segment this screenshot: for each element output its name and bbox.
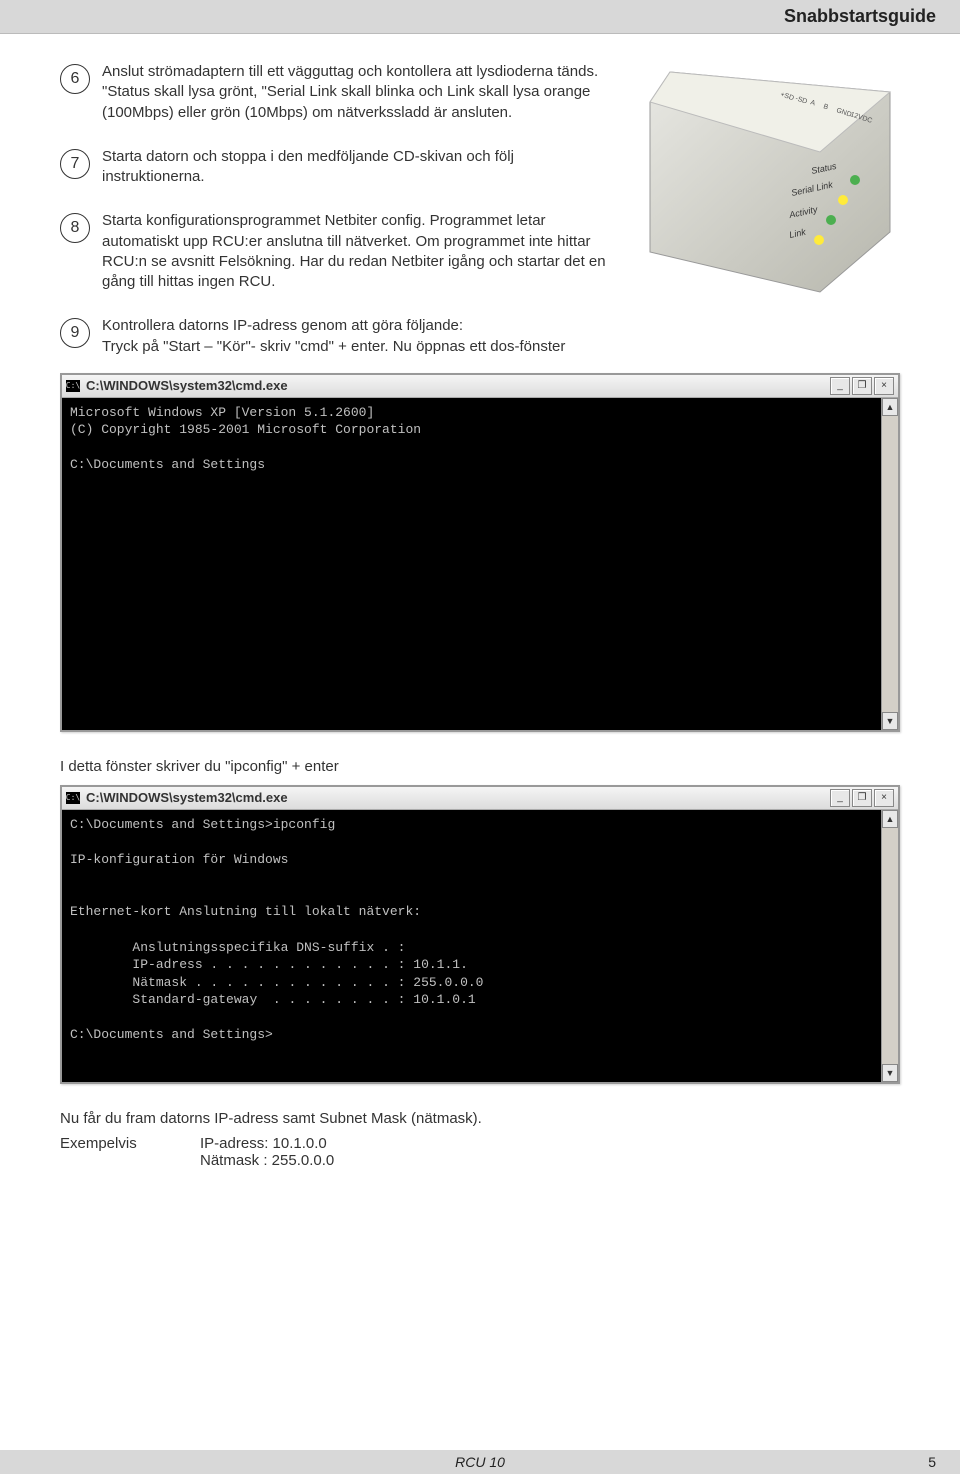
- header-title: Snabbstartsguide: [784, 6, 936, 26]
- step-text: Starta konfigurationsprogrammet Netbiter…: [102, 211, 616, 292]
- scroll-down-icon[interactable]: ▼: [882, 712, 898, 730]
- minimize-button[interactable]: _: [830, 377, 850, 395]
- page-header: Snabbstartsguide: [0, 0, 960, 34]
- step-9: 9 Kontrollera datorns IP-adress genom at…: [60, 316, 616, 357]
- step-text: Kontrollera datorns IP-adress genom att …: [102, 316, 565, 357]
- cmd-window-1: C:\ C:\WINDOWS\system32\cmd.exe _ ❐ × Mi…: [60, 373, 900, 732]
- cmd-output: C:\Documents and Settings>ipconfig IP-ko…: [62, 810, 881, 1082]
- step-8: 8 Starta konfigurationsprogrammet Netbit…: [60, 211, 616, 292]
- step-number: 8: [60, 213, 90, 243]
- step-text: Starta datorn och stoppa i den medföljan…: [102, 147, 616, 188]
- step-6: 6 Anslut strömadaptern till ett väggutta…: [60, 62, 616, 123]
- cmd-icon: C:\: [66, 792, 80, 804]
- close-button[interactable]: ×: [874, 789, 894, 807]
- footer-page-number: 5: [928, 1454, 936, 1470]
- cmd-titlebar: C:\ C:\WINDOWS\system32\cmd.exe _ ❐ ×: [62, 787, 898, 810]
- cmd-icon: C:\: [66, 380, 80, 392]
- step-7: 7 Starta datorn och stoppa i den medfölj…: [60, 147, 616, 188]
- cmd-titlebar: C:\ C:\WINDOWS\system32\cmd.exe _ ❐ ×: [62, 375, 898, 398]
- example-block: Exempelvis IP-adress: 10.1.0.0 Nätmask :…: [60, 1135, 900, 1169]
- step-text: Anslut strömadaptern till ett vägguttag …: [102, 62, 616, 123]
- step-text-sub: Tryck på "Start – "Kör"- skriv "cmd" + e…: [102, 338, 565, 355]
- scroll-up-icon[interactable]: ▲: [882, 810, 898, 828]
- result-caption: Nu får du fram datorns IP-adress samt Su…: [60, 1110, 540, 1127]
- maximize-button[interactable]: ❐: [852, 377, 872, 395]
- scroll-down-icon[interactable]: ▼: [882, 1064, 898, 1082]
- example-label: Exempelvis: [60, 1135, 200, 1152]
- cmd-title: C:\WINDOWS\system32\cmd.exe: [86, 378, 830, 393]
- maximize-button[interactable]: ❐: [852, 789, 872, 807]
- example-ip: IP-adress: 10.1.0.0: [200, 1135, 327, 1152]
- footer-doc: RCU 10: [455, 1454, 505, 1470]
- scroll-up-icon[interactable]: ▲: [882, 398, 898, 416]
- step-number: 7: [60, 149, 90, 179]
- close-button[interactable]: ×: [874, 377, 894, 395]
- scrollbar[interactable]: ▲ ▼: [881, 810, 898, 1082]
- example-mask: Nätmask : 255.0.0.0: [200, 1152, 334, 1169]
- cmd-title: C:\WINDOWS\system32\cmd.exe: [86, 790, 830, 805]
- scrollbar[interactable]: ▲ ▼: [881, 398, 898, 730]
- ipconfig-caption: I detta fönster skriver du "ipconfig" + …: [60, 758, 900, 775]
- cmd-output: Microsoft Windows XP [Version 5.1.2600] …: [62, 398, 881, 730]
- page-footer: RCU 10 5: [0, 1450, 960, 1474]
- cmd-window-2: C:\ C:\WINDOWS\system32\cmd.exe _ ❐ × C:…: [60, 785, 900, 1084]
- step-number: 6: [60, 64, 90, 94]
- minimize-button[interactable]: _: [830, 789, 850, 807]
- step-number: 9: [60, 318, 90, 348]
- step-text-main: Kontrollera datorns IP-adress genom att …: [102, 317, 463, 334]
- device-illustration: Status Serial Link Activity Link +SD -SD…: [640, 62, 900, 302]
